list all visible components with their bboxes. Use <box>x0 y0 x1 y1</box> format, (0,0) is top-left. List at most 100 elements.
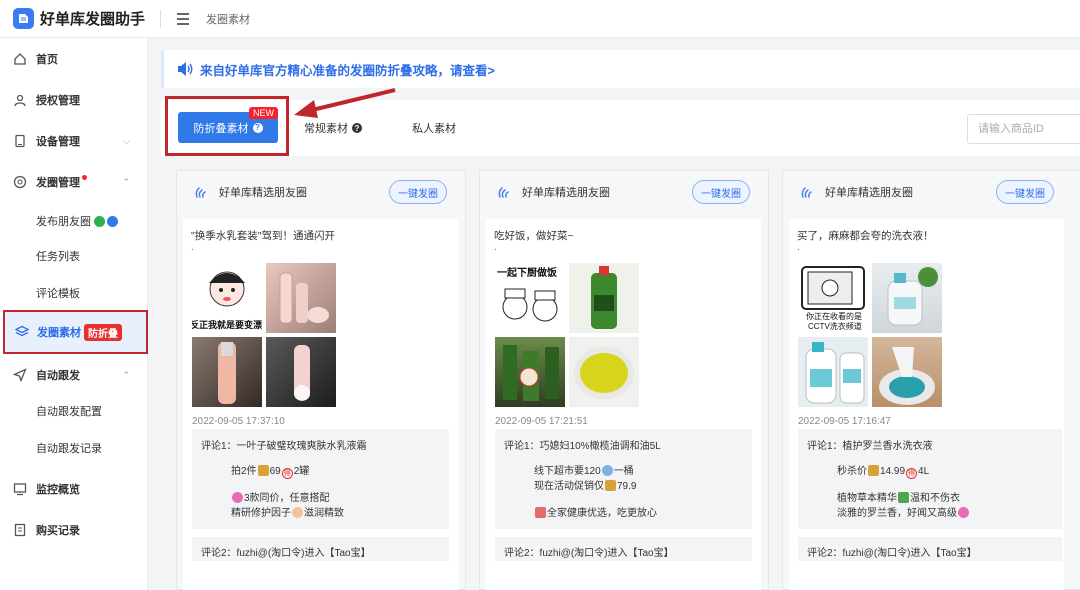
sidebar-sub-comment[interactable]: 评论模板 <box>36 283 80 303</box>
heart-icon <box>232 492 243 503</box>
new-badge: NEW <box>249 107 278 119</box>
image-grid: 一起下厨做饭 <box>495 263 639 407</box>
comment-text: 3款同价，任意搭配 <box>244 493 330 504</box>
one-click-share-button[interactable]: 一键发圈 <box>389 180 447 204</box>
send-icon <box>13 368 27 382</box>
comment-2: 评论2：fuzhi@(淘口令)进入【Tao宝】 <box>798 537 1062 561</box>
image-grid: 反正我就是要变漂亮 <box>192 263 336 407</box>
sidebar-item-autofollow[interactable]: 自动跟发 ⌃ <box>0 360 148 390</box>
sidebar-item-home[interactable]: 首页 <box>0 44 148 74</box>
speaker-icon <box>176 61 194 77</box>
product-photo[interactable] <box>266 263 336 333</box>
meme-image[interactable]: 你正在收看的是 CCTV洗衣频道 <box>798 263 868 333</box>
sidebar-item-material[interactable]: 发圈素材 防折叠 <box>3 310 148 354</box>
notice-text[interactable]: 来自好单库官方精心准备的发圈防折叠攻略，请查看> <box>200 60 495 79</box>
meme-caption: 一起下厨做饭 <box>497 268 557 279</box>
tab-label: 私人素材 <box>412 123 456 135</box>
tab-label: 防折叠素材 <box>193 122 249 135</box>
face-icon <box>292 507 303 518</box>
sidebar: 首页 授权管理 设备管理 ⌵ 发圈管理 ⌃ 发布朋友圈 任务列表 评论模板 发圈… <box>0 38 148 590</box>
image-grid: 你正在收看的是 CCTV洗衣频道 <box>798 263 942 407</box>
notice-bar[interactable]: 来自好单库官方精心准备的发圈防折叠攻略，请查看> <box>161 50 1080 88</box>
comment-2: 评论2：fuzhi@(淘口令)进入【Tao宝】 <box>192 537 449 561</box>
comment-line: 现在活动促销仅 79.9 <box>534 477 636 492</box>
one-click-share-button[interactable]: 一键发圈 <box>692 180 750 204</box>
sidebar-item-auth[interactable]: 授权管理 <box>0 85 148 115</box>
meme-image[interactable]: 反正我就是要变漂亮 <box>192 263 262 333</box>
post-text: 吃好饭，做好菜~ <box>494 230 574 242</box>
sidebar-item-label: 购买记录 <box>36 525 80 537</box>
comment-text: 14.99 <box>880 466 906 477</box>
circled-get-icon: 得 <box>906 468 918 479</box>
sidebar-item-label: 监控概览 <box>36 484 80 496</box>
comment-text: 69 <box>269 466 281 477</box>
post-text: 买了，麻麻都会夸的洗衣液！ <box>797 230 934 242</box>
post-timestamp: 2022-09-05 17:16:47 <box>798 416 891 427</box>
product-photo[interactable] <box>266 337 336 407</box>
money-bag-icon <box>868 465 879 476</box>
tab-private[interactable]: 私人素材 <box>412 120 456 136</box>
app-logo-icon <box>13 8 34 29</box>
comment-1: 评论1：植护罗兰香水洗衣液 秒杀价 14.99 得 4L 植物草本精华 温和不伤衣 淡雅… <box>798 429 1062 529</box>
sidebar-item-label: 首页 <box>36 54 58 66</box>
product-photo[interactable] <box>798 337 868 407</box>
sidebar-sub-follow-config[interactable]: 自动跟发配置 <box>36 401 102 421</box>
comment-text: 淡雅的罗兰香，好闻又高级 <box>837 508 957 519</box>
anti-fold-badge: 防折叠 <box>84 323 122 341</box>
comment-text: 一桶 <box>613 466 634 477</box>
notification-dot <box>82 174 87 180</box>
comment-line: 精研修护因子 滋润精致 <box>231 504 344 519</box>
material-card: 好单库精选朋友圈 一键发圈 吃好饭，做好菜~ . 一起下厨做饭 2022-09-… <box>479 170 769 590</box>
comment-text: 4L <box>918 466 930 477</box>
money-bag-icon <box>605 480 616 491</box>
material-card: 好单库精选朋友圈 一键发圈 "换季水乳套装"驾到！通通闪开 . 反正我就是要变漂… <box>176 170 466 590</box>
sidebar-item-purchases[interactable]: 购买记录 <box>0 515 148 545</box>
comment-text: 全家健康优选，吃更放心 <box>547 508 657 519</box>
circled-get-icon: 得 <box>281 468 293 479</box>
product-id-search-input[interactable] <box>967 114 1080 144</box>
sidebar-item-moments[interactable]: 发圈管理 ⌃ <box>0 167 148 197</box>
comment-text: 评论2：fuzhi@(淘口令)进入【Tao宝】 <box>504 548 674 559</box>
comment-text: 评论2：fuzhi@(淘口令)进入【Tao宝】 <box>201 548 371 559</box>
comment-title: 评论1：一叶子破璧玫瑰爽肤水乳液霜 <box>201 441 367 452</box>
post-dot: . <box>494 242 497 253</box>
cactus-icon <box>898 492 909 503</box>
comment-title: 评论1：巧媳妇10%橄榄油调和油5L <box>504 441 661 452</box>
product-photo[interactable] <box>569 263 639 333</box>
sidebar-sub-publish[interactable]: 发布朋友圈 <box>36 211 118 231</box>
comment-text: 79.9 <box>617 481 637 492</box>
sidebar-item-label: 授权管理 <box>36 95 80 107</box>
comment-text: 植物草本精华 <box>837 493 897 504</box>
brand-logo-icon <box>195 186 206 198</box>
product-photo[interactable] <box>872 263 942 333</box>
divider <box>160 9 162 28</box>
product-photo[interactable] <box>569 337 639 407</box>
user-icon <box>13 93 27 107</box>
card-title: 好单库精选朋友圈 <box>219 187 307 199</box>
layers-icon <box>14 325 30 339</box>
sidebar-item-label: 发圈管理 <box>36 177 80 189</box>
meme-image[interactable]: 一起下厨做饭 <box>495 263 565 333</box>
sidebar-item-monitor[interactable]: 监控概览 <box>0 474 148 504</box>
post-preview: 吃好饭，做好菜~ . 一起下厨做饭 2022-09-05 17:21:51 评论… <box>486 219 761 590</box>
product-photo[interactable] <box>495 337 565 407</box>
comment-text: 评论2：fuzhi@(淘口令)进入【Tao宝】 <box>807 548 977 559</box>
comment-1: 评论1：巧媳妇10%橄榄油调和油5L 线下超市要120 一桶 现在活动促销仅 79.… <box>495 429 752 529</box>
chevron-down-icon: ⌵ <box>123 135 130 146</box>
sidebar-sub-follow-log[interactable]: 自动跟发记录 <box>36 438 102 458</box>
comment-line: 秒杀价 14.99 得 4L <box>837 462 929 479</box>
money-bag-icon <box>257 465 269 476</box>
breadcrumb[interactable]: 发圈素材 <box>206 11 250 27</box>
menu-toggle-icon[interactable] <box>177 12 190 25</box>
sidebar-item-devices[interactable]: 设备管理 ⌵ <box>0 126 148 156</box>
post-timestamp: 2022-09-05 17:37:10 <box>192 416 285 427</box>
comment-line: 拍2件 69 得 2罐 <box>231 462 309 479</box>
help-icon[interactable]: ? <box>252 122 263 133</box>
product-photo[interactable] <box>872 337 942 407</box>
sidebar-sub-tasks[interactable]: 任务列表 <box>36 246 80 266</box>
one-click-share-button[interactable]: 一键发圈 <box>996 180 1054 204</box>
heart-icon <box>958 507 969 518</box>
meme-caption: CCTV洗衣频道 <box>808 322 862 331</box>
product-photo[interactable] <box>192 337 262 407</box>
brand-logo-icon <box>801 186 812 198</box>
